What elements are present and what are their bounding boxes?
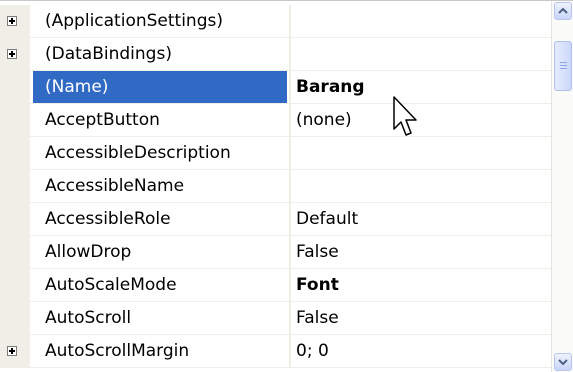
row-margin [0,170,30,202]
row-margin [0,335,30,367]
column-divider[interactable] [289,5,291,37]
property-name: AcceptButton [45,110,160,130]
property-value[interactable] [296,5,551,37]
row-margin [0,236,30,268]
row-margin [0,71,30,103]
property-value[interactable]: False [296,236,551,268]
property-value[interactable]: Font [296,269,551,301]
property-row[interactable]: AcceptButton (none) [0,104,551,137]
property-name: (ApplicationSettings) [45,11,223,31]
property-name: (Name) [33,71,287,103]
property-row[interactable]: (DataBindings) [0,38,551,71]
row-margin [0,269,30,301]
property-row[interactable]: AccessibleDescription [0,137,551,170]
row-margin [0,302,30,334]
chevron-down-icon [558,359,568,366]
property-name: AccessibleDescription [45,143,231,163]
scroll-thumb[interactable] [554,41,572,91]
property-grid: (ApplicationSettings) (DataBindings) (Name… [0,0,573,372]
scroll-up-button[interactable] [554,2,572,20]
column-divider[interactable] [289,203,291,235]
property-row[interactable]: (Name) Barang [0,71,551,104]
property-value[interactable]: Barang [296,71,551,103]
column-divider[interactable] [289,137,291,169]
property-row[interactable]: (ApplicationSettings) [0,5,551,38]
row-margin [0,38,30,70]
property-name: AutoScrollMargin [45,341,190,361]
column-divider[interactable] [289,38,291,70]
column-divider[interactable] [289,71,291,103]
property-row[interactable]: AccessibleName [0,170,551,203]
property-value[interactable] [296,38,551,70]
column-divider[interactable] [289,170,291,202]
property-name: AccessibleName [45,176,185,196]
property-value[interactable]: False [296,302,551,334]
property-name: AutoScroll [45,308,132,328]
row-margin [0,5,30,37]
property-name: (DataBindings) [45,44,172,64]
property-row[interactable]: AutoScaleMode Font [0,269,551,302]
column-divider[interactable] [289,302,291,334]
property-value[interactable]: (none) [296,104,551,136]
property-value[interactable] [296,170,551,202]
row-margin [0,203,30,235]
property-name: AutoScaleMode [45,275,177,295]
property-name: AccessibleRole [45,209,171,229]
property-value[interactable]: 0; 0 [296,335,551,367]
plus-box-icon[interactable] [7,49,17,59]
property-value[interactable]: Default [296,203,551,235]
column-divider[interactable] [289,335,291,367]
row-margin [0,137,30,169]
plus-box-icon[interactable] [7,346,17,356]
plus-box-icon[interactable] [7,16,17,26]
row-margin [0,104,30,136]
property-row[interactable]: AutoScrollMargin 0; 0 [0,335,551,368]
scroll-down-button[interactable] [554,353,572,371]
column-divider[interactable] [289,236,291,268]
chevron-up-icon [558,7,568,14]
property-value[interactable] [296,137,551,169]
vertical-scrollbar[interactable] [551,1,573,372]
property-row[interactable]: AccessibleRole Default [0,203,551,236]
property-row[interactable]: AutoScroll False [0,302,551,335]
property-row[interactable]: AllowDrop False [0,236,551,269]
column-divider[interactable] [289,104,291,136]
column-divider[interactable] [289,269,291,301]
property-name: AllowDrop [45,242,132,262]
